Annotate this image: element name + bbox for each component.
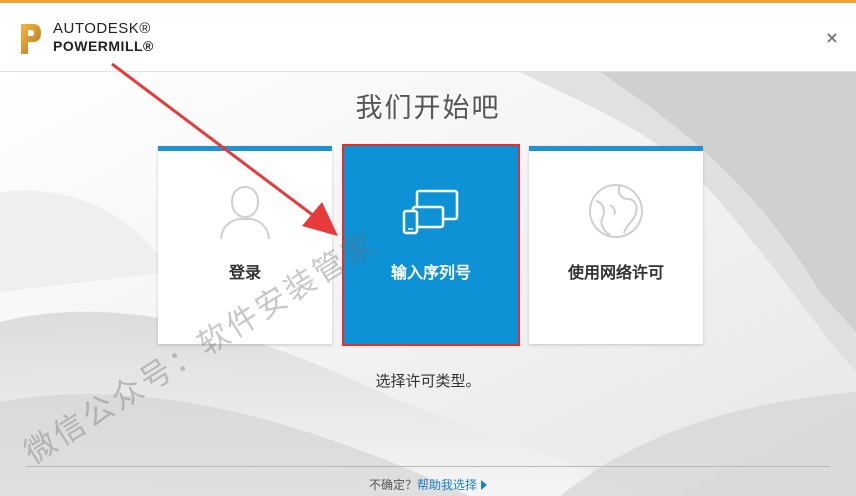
brand-autodesk: AUTODESK® [53,20,151,37]
option-card-serial-number[interactable]: 输入序列号 [342,144,520,346]
help-me-choose-link[interactable]: 帮助我选择 [417,478,477,492]
brand-powermill: POWERMILL® [53,38,154,54]
card-label-sign-in: 登录 [228,263,261,282]
card-label-network-license: 使用网络许可 [567,263,664,282]
header: AUTODESK® POWERMILL® × [0,3,856,72]
play-arrow-icon[interactable] [481,480,488,490]
option-card-sign-in[interactable]: 登录 [158,146,332,344]
footer-question: 不确定？ [368,478,417,492]
main-content: 我们开始吧 登录 输入序列号 使用网络许可 选择许可类型。 不确定？帮助我选择 [0,72,856,496]
close-button[interactable]: × [823,29,841,47]
network-globe-icon [589,184,643,238]
option-card-network-license[interactable]: 使用网络许可 [529,146,703,344]
page-title: 我们开始吧 [355,93,501,124]
devices-icon [402,189,459,235]
autodesk-logo-icon [21,24,41,54]
user-silhouette-icon [220,185,270,240]
footer-divider [26,466,830,467]
license-type-prompt: 选择许可类型。 [375,372,481,390]
card-label-serial-number: 输入序列号 [390,263,471,282]
footer: 不确定？帮助我选择 [0,476,856,493]
